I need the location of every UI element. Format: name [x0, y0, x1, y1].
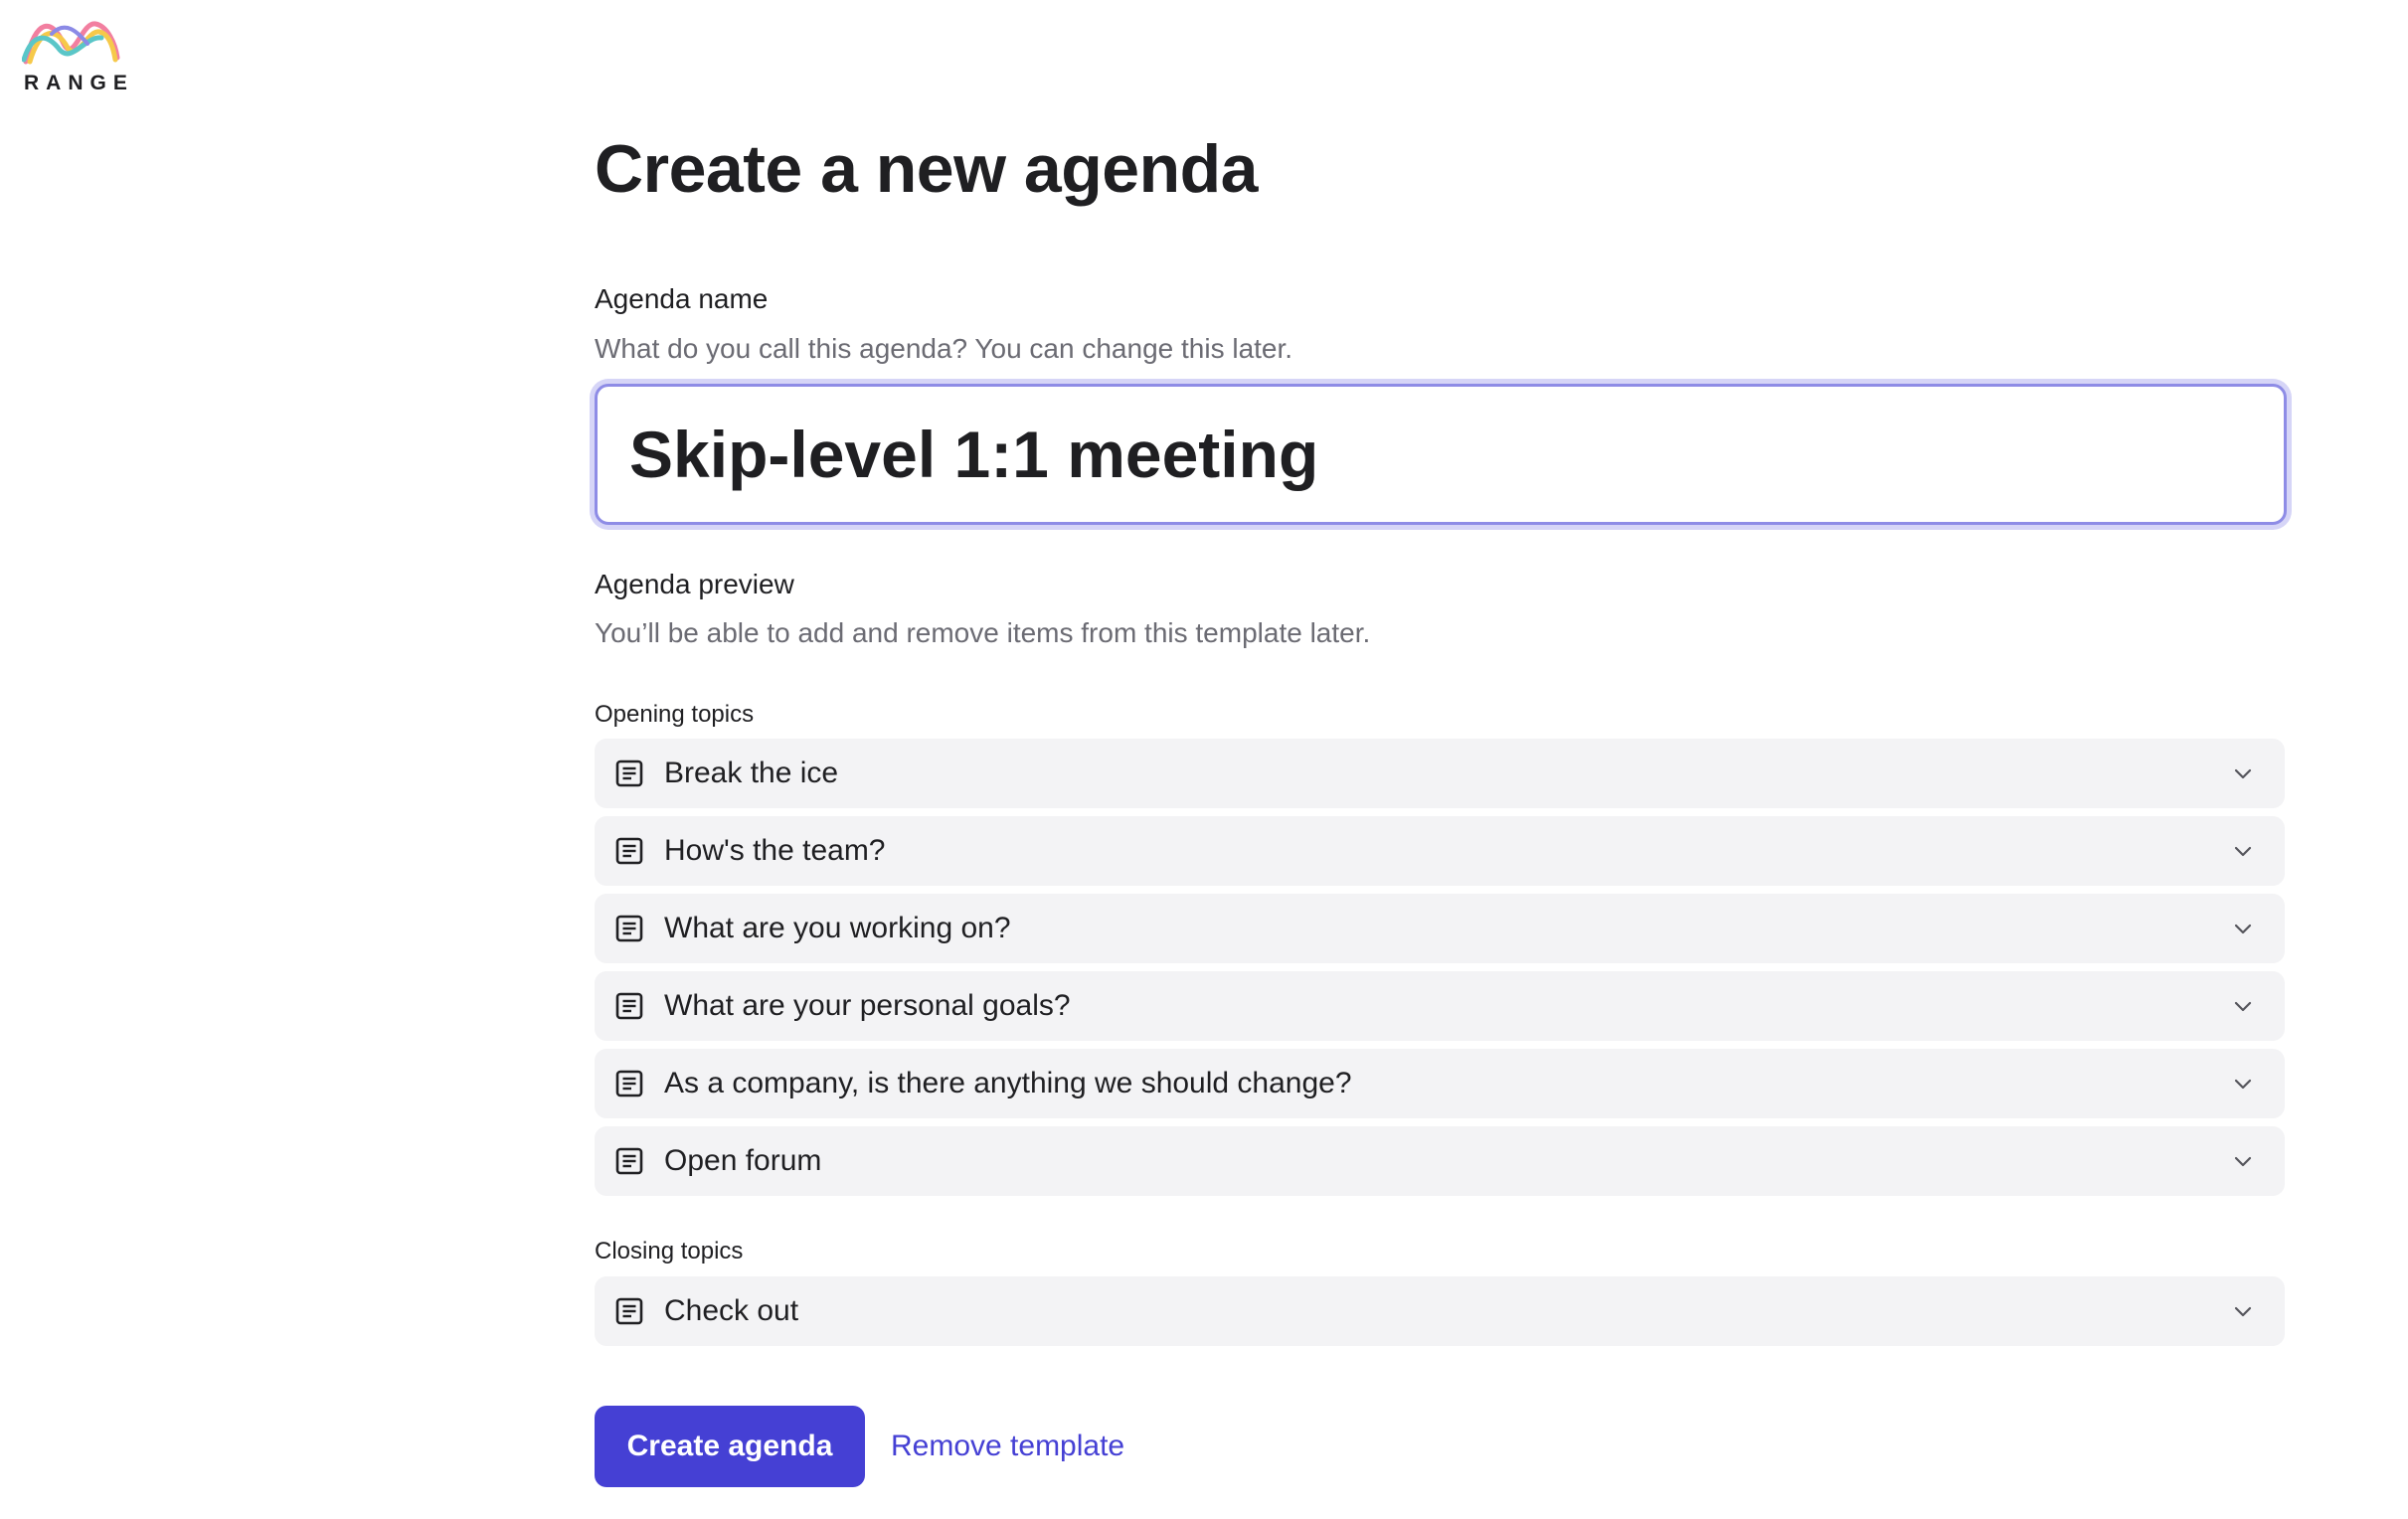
document-icon	[615, 1297, 643, 1325]
topic-title: As a company, is there anything we shoul…	[664, 1067, 1352, 1099]
topic-title: How's the team?	[664, 834, 886, 867]
range-logo[interactable]: RANGE	[22, 14, 134, 95]
topic-item[interactable]: Check out	[595, 1276, 2285, 1346]
agenda-preview-label: Agenda preview	[595, 569, 794, 599]
topic-item[interactable]: Break the ice	[595, 739, 2285, 808]
document-icon	[615, 760, 643, 787]
opening-topics-label: Opening topics	[595, 701, 755, 728]
agenda-preview-help: You’ll be able to add and remove items f…	[595, 617, 1371, 648]
document-icon	[615, 837, 643, 865]
opening-topics-list: Break the ice How's the team? What are y…	[595, 739, 2285, 1204]
chevron-down-icon[interactable]	[2231, 918, 2255, 941]
topic-title: Open forum	[664, 1144, 822, 1177]
topic-item[interactable]: Open forum	[595, 1126, 2285, 1196]
topic-item[interactable]: How's the team?	[595, 816, 2285, 886]
agenda-name-input[interactable]	[595, 384, 2287, 525]
chevron-down-icon[interactable]	[2231, 1300, 2255, 1324]
closing-topics-label: Closing topics	[595, 1238, 744, 1265]
chevron-down-icon[interactable]	[2231, 762, 2255, 786]
agenda-name-help: What do you call this agenda? You can ch…	[595, 333, 1293, 364]
topic-title: What are you working on?	[664, 912, 1011, 944]
closing-topics-list: Check out	[595, 1276, 2285, 1354]
form-actions: Create agenda Remove template	[595, 1406, 1124, 1487]
document-icon	[615, 992, 643, 1020]
page-title: Create a new agenda	[595, 131, 1258, 207]
topic-title: Check out	[664, 1294, 799, 1327]
document-icon	[615, 915, 643, 942]
chevron-down-icon[interactable]	[2231, 995, 2255, 1019]
create-agenda-button[interactable]: Create agenda	[595, 1406, 865, 1487]
remove-template-link[interactable]: Remove template	[891, 1430, 1124, 1463]
document-icon	[615, 1147, 643, 1175]
brand-name: RANGE	[24, 72, 134, 94]
topic-item[interactable]: As a company, is there anything we shoul…	[595, 1049, 2285, 1118]
document-icon	[615, 1070, 643, 1097]
chevron-down-icon[interactable]	[2231, 1073, 2255, 1097]
agenda-name-label: Agenda name	[595, 283, 769, 314]
chevron-down-icon[interactable]	[2231, 1150, 2255, 1174]
topic-item[interactable]: What are you working on?	[595, 894, 2285, 963]
topic-item[interactable]: What are your personal goals?	[595, 971, 2285, 1041]
chevron-down-icon[interactable]	[2231, 840, 2255, 864]
topic-title: What are your personal goals?	[664, 989, 1071, 1022]
range-logo-icon	[22, 21, 120, 65]
topic-title: Break the ice	[664, 757, 839, 789]
